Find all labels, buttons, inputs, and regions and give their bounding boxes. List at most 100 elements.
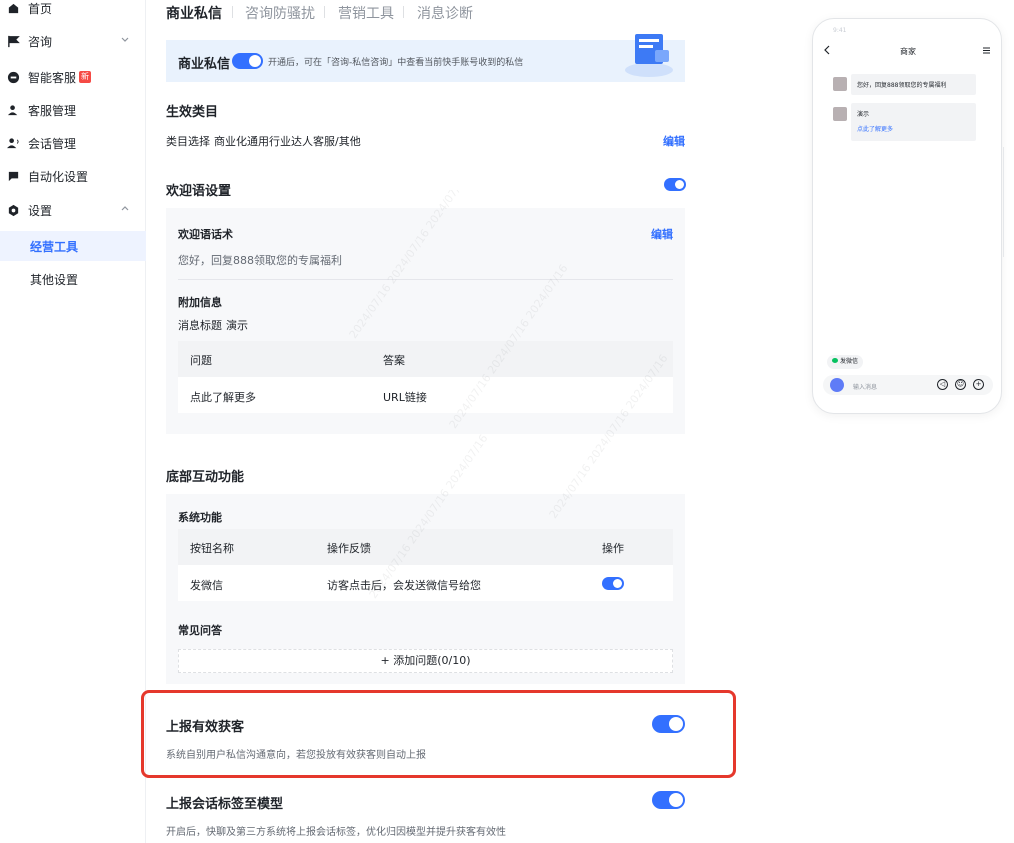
- message-icon: [6, 169, 20, 183]
- chip-label: 发微信: [840, 358, 859, 365]
- welcome-script-title: 欢迎语话术: [178, 228, 233, 241]
- sidebar-item-consult[interactable]: 咨询: [0, 26, 146, 56]
- extra-info-table-header: 问题 答案: [178, 341, 673, 377]
- tab-marketing-tools[interactable]: 营销工具: [338, 3, 394, 23]
- sidebar-subitem-label: 经营工具: [30, 239, 79, 254]
- welcome-script-text: 您好，回复888领取您的专属福利: [178, 254, 342, 267]
- category-value: 商业化通用行业达人客服/其他: [214, 135, 361, 148]
- user-chat-icon: [6, 136, 20, 150]
- message-title-value: 演示: [226, 319, 248, 332]
- table-cell-feedback: 访客点击后，会发送微信号给您: [327, 579, 481, 592]
- faq-title: 常见问答: [178, 624, 222, 637]
- divider: [178, 279, 673, 280]
- chat-input-bar: [823, 375, 993, 395]
- system-functions-title: 系统功能: [178, 511, 222, 524]
- sidebar-item-label: 自动化设置: [28, 169, 89, 184]
- effective-category-title: 生效类目: [166, 105, 219, 120]
- new-badge: 新: [79, 71, 92, 83]
- flag-icon: [6, 34, 20, 48]
- wechat-quick-chip[interactable]: 发微信: [827, 355, 864, 369]
- category-label: 类目选择: [166, 135, 210, 148]
- welcome-toggle[interactable]: [664, 178, 686, 191]
- toggle-knob: [669, 793, 683, 807]
- sidebar-item-label: 客服管理: [28, 103, 77, 118]
- chat-bubble-greeting: 您好，回复888领取您的专属福利: [851, 74, 976, 95]
- chat-bubble-card: 演示 点此了解更多: [851, 103, 976, 141]
- toggle-knob: [249, 55, 261, 67]
- tab-divider: [324, 6, 325, 18]
- table-header-question: 问题: [190, 354, 212, 367]
- camera-icon[interactable]: [830, 378, 844, 392]
- sidebar-item-label: 设置: [28, 203, 53, 218]
- category-edit-link[interactable]: 编辑: [663, 133, 685, 149]
- phone-status-time: 9:41: [833, 27, 847, 34]
- user-icon: [6, 103, 20, 117]
- banner-description: 开通后，可在「咨询-私信咨询」中查看当前快手账号收到的私信: [268, 58, 524, 68]
- plus-icon[interactable]: +: [973, 379, 984, 390]
- avatar: [833, 107, 847, 121]
- wechat-action-toggle[interactable]: [602, 577, 624, 590]
- highlight-annotation-box: [141, 690, 736, 778]
- business-pm-banner: 商业私信 开通后，可在「咨询-私信咨询」中查看当前快手账号收到的私信: [166, 34, 685, 82]
- banner-title: 商业私信: [178, 57, 231, 72]
- sidebar-subitem-label: 其他设置: [30, 272, 79, 287]
- toggle-knob: [613, 579, 622, 588]
- tab-divider: [403, 6, 404, 18]
- chat-input-placeholder[interactable]: 输入消息: [853, 382, 877, 391]
- add-faq-button[interactable]: + 添加问题(0/10): [178, 649, 673, 673]
- system-functions-table-header: 按钮名称 操作反馈 操作: [178, 529, 673, 565]
- welcome-script-edit-link[interactable]: 编辑: [651, 226, 673, 242]
- table-row: 点此了解更多 URL链接: [178, 377, 673, 413]
- sidebar-item-label: 智能客服: [28, 70, 77, 85]
- phone-preview: 9:41 商家 您好，回复888领取您的专属福利 演示 点此了解更多 发微信 输…: [812, 18, 1002, 414]
- tab-business-pm[interactable]: 商业私信: [166, 3, 222, 23]
- wechat-icon: [832, 358, 838, 363]
- tab-anti-harass[interactable]: 咨询防骚扰: [245, 3, 315, 23]
- table-header-action: 操作: [602, 542, 624, 555]
- sidebar-item-home[interactable]: 首页: [0, 0, 146, 23]
- chevron-up-icon: [121, 206, 129, 211]
- sidebar-item-label: 咨询: [28, 34, 53, 49]
- message-title-label: 消息标题: [178, 319, 222, 332]
- sidebar-item-settings[interactable]: 设置: [0, 195, 146, 225]
- settings-icon: [6, 203, 20, 217]
- sidebar-item-smart-cs[interactable]: 智能客服 新: [0, 62, 146, 92]
- sidebar-subitem-other-settings[interactable]: 其他设置: [0, 264, 146, 294]
- phone-chat-title: 商家: [900, 47, 916, 56]
- table-header-button-name: 按钮名称: [190, 542, 234, 555]
- sidebar-item-cs-manage[interactable]: 客服管理: [0, 95, 146, 125]
- message-illustration-icon: [625, 34, 673, 77]
- table-row: 发微信 访客点击后，会发送微信号给您: [178, 565, 673, 601]
- report-tags-toggle[interactable]: [652, 791, 685, 809]
- chat-card-title: 演示: [857, 111, 870, 118]
- toggle-knob: [675, 180, 684, 189]
- sidebar: 首页 咨询 智能客服 新 客服管理 会话管理 自动化设置 设置 经营工具 其他设…: [0, 0, 146, 843]
- voice-icon[interactable]: ◁: [937, 379, 948, 390]
- sidebar-item-label: 会话管理: [28, 136, 77, 151]
- table-header-feedback: 操作反馈: [327, 542, 371, 555]
- tab-divider: [232, 6, 233, 18]
- avatar: [833, 77, 847, 91]
- extra-info-title: 附加信息: [178, 296, 222, 309]
- home-icon: [6, 1, 20, 15]
- emoji-icon[interactable]: ☺: [955, 379, 966, 390]
- sidebar-subitem-business-tools[interactable]: 经营工具: [0, 231, 146, 261]
- table-cell-button-name: 发微信: [190, 579, 223, 592]
- welcome-settings-title: 欢迎语设置: [166, 184, 232, 199]
- chat-bubble-text: 您好，回复888领取您的专属福利: [857, 82, 947, 89]
- preview-scroll-indicator: [1003, 147, 1004, 257]
- tab-message-diagnosis[interactable]: 消息诊断: [417, 3, 473, 23]
- chevron-down-icon: [121, 37, 129, 42]
- chat-card-link[interactable]: 点此了解更多: [857, 124, 970, 133]
- robot-icon: [6, 70, 20, 84]
- sidebar-item-session-manage[interactable]: 会话管理: [0, 128, 146, 158]
- table-cell-answer: URL链接: [383, 391, 427, 404]
- report-tags-description: 开启后，快聊及第三方系统将上报会话标签，优化归因模型并提升获客有效性: [166, 827, 506, 838]
- sidebar-item-label: 首页: [28, 1, 53, 16]
- table-cell-question: 点此了解更多: [190, 391, 256, 404]
- report-tags-title: 上报会话标签至模型: [166, 797, 284, 812]
- table-header-answer: 答案: [383, 354, 405, 367]
- sidebar-item-automation[interactable]: 自动化设置: [0, 161, 146, 191]
- business-pm-toggle[interactable]: [232, 53, 263, 69]
- bottom-interaction-title: 底部互动功能: [166, 470, 245, 485]
